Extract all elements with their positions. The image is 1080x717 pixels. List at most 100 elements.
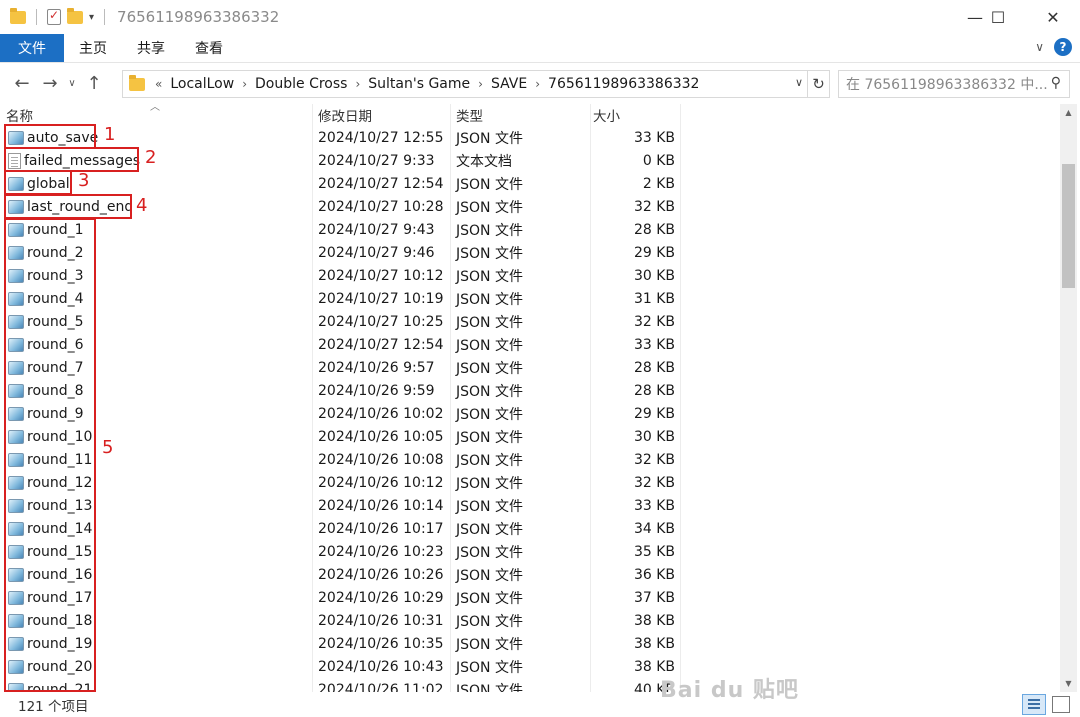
file-size: 35 KB [633, 543, 675, 560]
file-row[interactable]: round_4 2024/10/27 10:19 JSON 文件 31 KB [0, 287, 1060, 310]
annotation-number: 4 [136, 195, 148, 216]
scrollbar-thumb[interactable] [1062, 164, 1075, 288]
annotation-box [4, 124, 96, 149]
file-type: JSON 文件 [456, 406, 523, 423]
file-modified-date: 2024/10/26 10:08 [318, 451, 444, 468]
tab-view[interactable]: 查看 [180, 34, 238, 62]
chevron-right-icon[interactable]: › [355, 77, 360, 91]
file-row[interactable]: failed_messages 2024/10/27 9:33 文本文档 0 KB [0, 149, 1060, 172]
file-row[interactable]: round_3 2024/10/27 10:12 JSON 文件 30 KB [0, 264, 1060, 287]
file-row[interactable]: round_14 2024/10/26 10:17 JSON 文件 34 KB [0, 517, 1060, 540]
file-row[interactable]: round_7 2024/10/26 9:57 JSON 文件 28 KB [0, 356, 1060, 379]
file-modified-date: 2024/10/27 10:28 [318, 198, 444, 215]
file-type: JSON 文件 [456, 567, 523, 584]
chevron-right-icon[interactable]: › [478, 77, 483, 91]
file-modified-date: 2024/10/26 10:43 [318, 658, 444, 675]
scroll-up-icon[interactable]: ▲ [1060, 104, 1077, 121]
file-row[interactable]: round_16 2024/10/26 10:26 JSON 文件 36 KB [0, 563, 1060, 586]
column-header-type[interactable]: 类型 [456, 104, 483, 126]
forward-icon[interactable]: → [36, 73, 64, 94]
file-type: JSON 文件 [456, 521, 523, 538]
overflow-crumb[interactable]: « [155, 77, 162, 91]
file-size: 34 KB [633, 520, 675, 537]
back-icon[interactable]: ← [8, 73, 36, 94]
file-row[interactable]: auto_save 2024/10/27 12:55 JSON 文件 33 KB [0, 126, 1060, 149]
file-row[interactable]: round_13 2024/10/26 10:14 JSON 文件 33 KB [0, 494, 1060, 517]
file-type: JSON 文件 [456, 222, 523, 239]
vertical-scrollbar[interactable]: ▲ ▼ [1060, 104, 1077, 692]
breadcrumb-double-cross[interactable]: Double Cross [255, 76, 347, 92]
search-input[interactable]: 在 76561198963386332 中... ⚲ [838, 70, 1070, 98]
file-row[interactable]: round_2 2024/10/27 9:46 JSON 文件 29 KB [0, 241, 1060, 264]
close-button[interactable]: ✕ [1030, 0, 1076, 34]
file-modified-date: 2024/10/26 9:57 [318, 359, 435, 376]
file-row[interactable]: round_20 2024/10/26 10:43 JSON 文件 38 KB [0, 655, 1060, 678]
recent-locations-icon[interactable]: ∨ [64, 78, 80, 89]
file-type: JSON 文件 [456, 337, 523, 354]
customize-quick-access-icon[interactable]: ▾ [89, 12, 94, 23]
file-type: JSON 文件 [456, 199, 523, 216]
new-folder-icon[interactable] [67, 7, 83, 24]
details-view-icon[interactable] [1022, 694, 1046, 715]
file-row[interactable]: round_1 2024/10/27 9:43 JSON 文件 28 KB [0, 218, 1060, 241]
file-row[interactable]: round_12 2024/10/26 10:12 JSON 文件 32 KB [0, 471, 1060, 494]
tab-home[interactable]: 主页 [64, 34, 122, 62]
breadcrumb-save[interactable]: SAVE [491, 76, 527, 92]
file-row[interactable]: round_6 2024/10/27 12:54 JSON 文件 33 KB [0, 333, 1060, 356]
address-dropdown-icon[interactable]: ∨ [795, 76, 803, 89]
divider [36, 9, 37, 25]
file-row[interactable]: round_8 2024/10/26 9:59 JSON 文件 28 KB [0, 379, 1060, 402]
file-row[interactable]: round_19 2024/10/26 10:35 JSON 文件 38 KB [0, 632, 1060, 655]
up-icon[interactable]: ↑ [80, 73, 108, 94]
file-row[interactable]: round_15 2024/10/26 10:23 JSON 文件 35 KB [0, 540, 1060, 563]
file-type: JSON 文件 [456, 613, 523, 630]
file-row[interactable]: round_17 2024/10/26 10:29 JSON 文件 37 KB [0, 586, 1060, 609]
file-modified-date: 2024/10/26 10:26 [318, 566, 444, 583]
file-row[interactable]: round_9 2024/10/26 10:02 JSON 文件 29 KB [0, 402, 1060, 425]
file-row[interactable]: round_10 2024/10/26 10:05 JSON 文件 30 KB [0, 425, 1060, 448]
file-type: JSON 文件 [456, 682, 523, 693]
search-icon: ⚲ [1050, 75, 1061, 91]
scroll-down-icon[interactable]: ▼ [1060, 675, 1077, 692]
chevron-right-icon[interactable]: › [535, 77, 540, 91]
column-header-size[interactable]: 大小 [593, 104, 620, 126]
large-icons-view-icon[interactable] [1052, 696, 1070, 713]
refresh-icon[interactable]: ↻ [808, 70, 830, 98]
breadcrumb-sultans-game[interactable]: Sultan's Game [368, 76, 470, 92]
file-modified-date: 2024/10/26 10:31 [318, 612, 444, 629]
window-title: 76561198963386332 [117, 8, 280, 26]
annotation-number: 3 [78, 170, 90, 191]
file-size: 37 KB [633, 589, 675, 606]
ribbon-tabs: 文件 主页 共享 查看 ∨ ? [0, 34, 1080, 62]
column-header-modified[interactable]: 修改日期 [318, 104, 372, 126]
file-modified-date: 2024/10/26 10:35 [318, 635, 444, 652]
address-bar[interactable]: « LocalLow › Double Cross › Sultan's Gam… [122, 70, 808, 98]
annotation-box [4, 147, 139, 172]
file-type: JSON 文件 [456, 659, 523, 676]
file-modified-date: 2024/10/26 10:17 [318, 520, 444, 537]
file-modified-date: 2024/10/27 9:46 [318, 244, 435, 261]
file-row[interactable]: round_18 2024/10/26 10:31 JSON 文件 38 KB [0, 609, 1060, 632]
column-header-name[interactable]: 名称 [6, 104, 33, 126]
tab-file[interactable]: 文件 [0, 34, 64, 62]
file-size: 30 KB [633, 267, 675, 284]
annotation-number: 1 [104, 124, 116, 145]
file-row[interactable]: round_11 2024/10/26 10:08 JSON 文件 32 KB [0, 448, 1060, 471]
breadcrumb-current-folder[interactable]: 76561198963386332 [548, 76, 699, 92]
annotation-box [4, 194, 132, 219]
file-row[interactable]: round_21 2024/10/26 11:02 JSON 文件 40 KB [0, 678, 1060, 692]
file-size: 36 KB [633, 566, 675, 583]
file-row[interactable]: last_round_end 2024/10/27 10:28 JSON 文件 32 … [0, 195, 1060, 218]
tab-share[interactable]: 共享 [122, 34, 180, 62]
chevron-right-icon[interactable]: › [242, 77, 247, 91]
maximize-button[interactable]: ☐ [975, 0, 1021, 34]
file-type: JSON 文件 [456, 429, 523, 446]
help-icon[interactable]: ? [1054, 38, 1072, 56]
file-row[interactable]: global 2024/10/27 12:54 JSON 文件 2 KB [0, 172, 1060, 195]
breadcrumb-locallow[interactable]: LocalLow [170, 76, 234, 92]
properties-icon[interactable] [47, 8, 61, 25]
expand-ribbon-icon[interactable]: ∨ [1035, 40, 1044, 54]
file-size: 28 KB [633, 359, 675, 376]
divider [104, 9, 106, 25]
file-row[interactable]: round_5 2024/10/27 10:25 JSON 文件 32 KB [0, 310, 1060, 333]
